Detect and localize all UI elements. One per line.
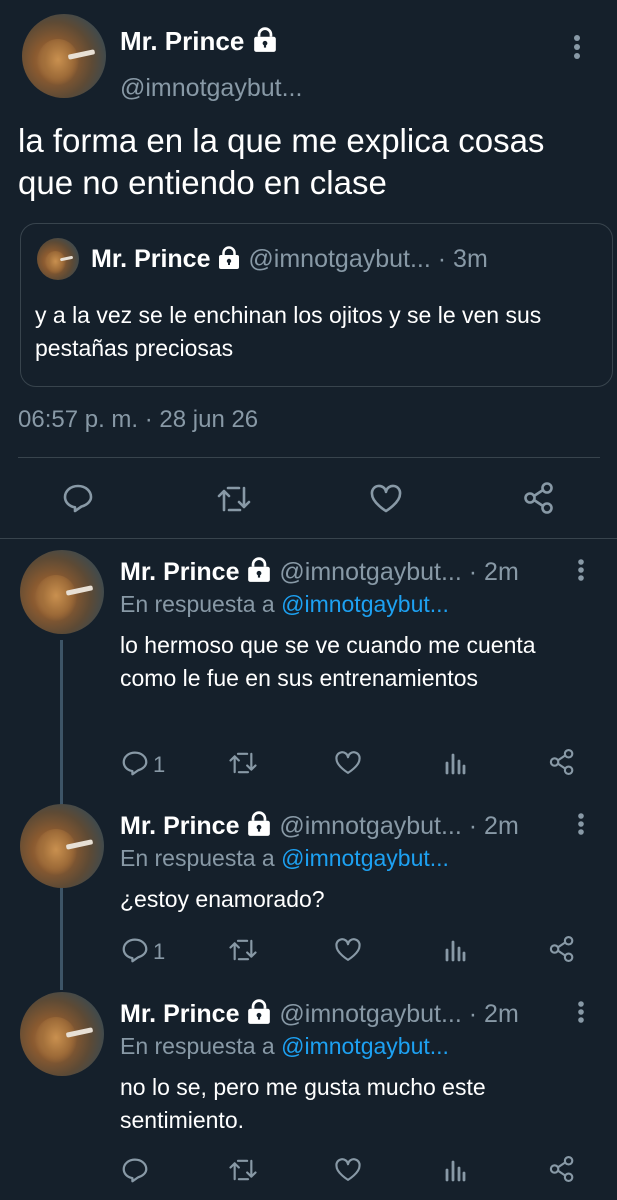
- author-name[interactable]: Mr. Prince: [120, 558, 240, 586]
- reply-prefix: En respuesta a: [120, 1033, 275, 1059]
- like-icon[interactable]: [334, 750, 362, 776]
- reply-to-link[interactable]: @imnotgaybut...: [281, 591, 449, 617]
- lock-icon: [246, 811, 272, 837]
- avatar[interactable]: [22, 14, 106, 98]
- more-options-icon[interactable]: [577, 812, 585, 836]
- quoted-avatar: [37, 238, 79, 280]
- reply-icon[interactable]: [62, 483, 94, 513]
- reply-icon[interactable]: [121, 750, 149, 776]
- reply-text: lo hermoso que se ve cuando me cuenta co…: [120, 632, 536, 691]
- quoted-header: Mr. Prince @imnotgaybut... · 3m: [91, 245, 488, 274]
- avatar[interactable]: [20, 992, 104, 1076]
- more-options-icon[interactable]: [577, 558, 585, 582]
- lock-icon: [217, 246, 241, 270]
- reply-time: · 2m: [468, 558, 519, 586]
- author-name-text: Mr. Prince: [120, 26, 245, 56]
- avatar[interactable]: [20, 804, 104, 888]
- reply-to-link[interactable]: @imnotgaybut...: [281, 1033, 449, 1059]
- lock-icon: [252, 27, 278, 53]
- tweet-text: la forma en la que me explica cosas que …: [18, 122, 545, 201]
- reply-prefix: En respuesta a: [120, 591, 275, 617]
- reply-time: · 2m: [468, 1000, 519, 1028]
- reply-to-link[interactable]: @imnotgaybut...: [281, 845, 449, 871]
- reply-context: En respuesta a @imnotgaybut...: [120, 591, 449, 618]
- divider: [0, 538, 617, 539]
- share-icon[interactable]: [548, 935, 576, 963]
- quoted-author-name: Mr. Prince: [91, 245, 211, 273]
- reply-icon[interactable]: [121, 937, 149, 963]
- divider: [18, 457, 600, 458]
- like-icon[interactable]: [369, 484, 403, 514]
- retweet-icon[interactable]: [228, 1157, 258, 1183]
- reply-prefix: En respuesta a: [120, 845, 275, 871]
- reply-icon[interactable]: [121, 1157, 149, 1183]
- reply-header: Mr. Prince @imnotgaybut... · 2m: [120, 811, 519, 841]
- share-icon[interactable]: [522, 481, 556, 515]
- like-icon[interactable]: [334, 937, 362, 963]
- share-icon[interactable]: [548, 748, 576, 776]
- like-icon[interactable]: [334, 1157, 362, 1183]
- analytics-icon[interactable]: [444, 938, 466, 962]
- author-name[interactable]: Mr. Prince: [120, 1000, 240, 1028]
- share-icon[interactable]: [548, 1155, 576, 1183]
- reply-context: En respuesta a @imnotgaybut...: [120, 845, 449, 872]
- quoted-text: y a la vez se le enchinan los ojitos y s…: [35, 302, 542, 361]
- more-options-icon[interactable]: [577, 1000, 585, 1024]
- retweet-icon[interactable]: [228, 750, 258, 776]
- quoted-time: · 3m: [437, 245, 488, 273]
- reply-header: Mr. Prince @imnotgaybut... · 2m: [120, 557, 519, 587]
- quoted-tweet[interactable]: Mr. Prince @imnotgaybut... · 3m y a la v…: [20, 223, 613, 387]
- retweet-icon[interactable]: [228, 937, 258, 963]
- reply-text: no lo se, pero me gusta mucho este senti…: [120, 1074, 486, 1133]
- lock-icon: [246, 999, 272, 1025]
- author-name[interactable]: Mr. Prince: [120, 26, 278, 57]
- author-handle[interactable]: @imnotgaybut...: [120, 74, 302, 103]
- avatar[interactable]: [20, 550, 104, 634]
- reply-text: ¿estoy enamorado?: [120, 886, 325, 912]
- author-handle[interactable]: @imnotgaybut...: [279, 1000, 461, 1028]
- analytics-icon[interactable]: [444, 751, 466, 775]
- reply-count: 1: [153, 752, 166, 777]
- reply-count: 1: [153, 939, 166, 964]
- reply-context: En respuesta a @imnotgaybut...: [120, 1033, 449, 1060]
- quoted-author-handle: @imnotgaybut...: [248, 245, 431, 273]
- author-name[interactable]: Mr. Prince: [120, 812, 240, 840]
- lock-icon: [246, 557, 272, 583]
- retweet-icon[interactable]: [216, 484, 252, 514]
- reply-time: · 2m: [468, 812, 519, 840]
- tweet-timestamp[interactable]: 06:57 p. m. · 28 jun 26: [18, 406, 258, 434]
- reply-header: Mr. Prince @imnotgaybut... · 2m: [120, 999, 519, 1029]
- author-handle[interactable]: @imnotgaybut...: [279, 558, 461, 586]
- more-options-icon[interactable]: [573, 34, 581, 60]
- analytics-icon[interactable]: [444, 1158, 466, 1182]
- author-handle[interactable]: @imnotgaybut...: [279, 812, 461, 840]
